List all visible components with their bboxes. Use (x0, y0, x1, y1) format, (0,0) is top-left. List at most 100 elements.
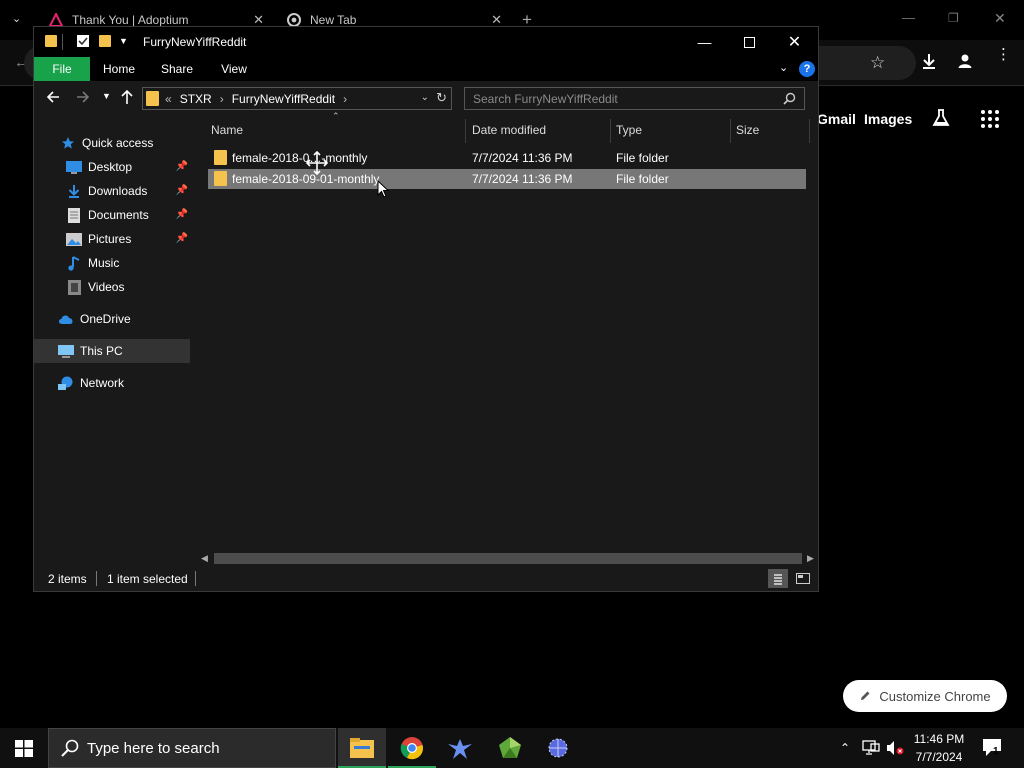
column-divider[interactable] (610, 119, 611, 143)
taskbar-file-explorer[interactable] (338, 728, 386, 768)
chrome-menu-icon[interactable]: ⋮ (996, 47, 1011, 62)
scroll-left-arrow-icon[interactable]: ◀ (201, 553, 208, 564)
expand-ribbon-chevron-icon[interactable]: ⌄ (779, 61, 788, 74)
nav-label: Desktop (88, 160, 133, 174)
properties-icon[interactable] (76, 34, 90, 48)
customize-chrome-label: Customize Chrome (879, 688, 991, 704)
nav-label: Network (80, 376, 125, 390)
taskbar-chrome[interactable] (388, 728, 436, 768)
profile-icon[interactable] (957, 53, 973, 69)
taskbar-search-box[interactable]: Type here to search (48, 728, 336, 768)
table-row[interactable]: female-2018-0…-monthly 7/7/2024 11:36 PM… (208, 148, 806, 168)
nav-quick-access[interactable]: Quick access (34, 131, 190, 155)
ribbon-tab-file[interactable]: File (34, 57, 90, 81)
bookmark-star-icon[interactable]: ☆ (870, 53, 885, 73)
images-link[interactable]: Images (864, 111, 912, 127)
folder-icon (146, 91, 159, 106)
search-input[interactable]: Search FurryNewYiffReddit (473, 92, 618, 106)
nav-onedrive[interactable]: OneDrive (34, 307, 190, 331)
file-name: female-2018-0…-monthly (232, 151, 368, 165)
column-divider[interactable] (730, 119, 731, 143)
details-view-button[interactable] (768, 569, 788, 588)
taskbar-app-gem[interactable] (486, 728, 534, 768)
close-button[interactable]: ✕ (772, 27, 817, 57)
volume-muted-icon[interactable] (886, 740, 904, 756)
horizontal-scrollbar[interactable]: ◀ ▶ (198, 550, 818, 567)
search-box[interactable]: Search FurryNewYiffReddit (464, 87, 805, 110)
help-icon[interactable]: ? (799, 61, 815, 77)
ribbon-tab-view[interactable]: View (209, 57, 259, 81)
show-hidden-icons-chevron-icon[interactable]: ⌃ (840, 741, 850, 755)
breadcrumb-separator-icon[interactable]: › (343, 92, 347, 106)
network-icon (58, 375, 74, 391)
up-arrow-icon[interactable] (120, 89, 134, 105)
breadcrumb-separator-icon[interactable]: › (220, 92, 224, 106)
table-row-selected[interactable]: female-2018-09-01-monthly 7/7/2024 11:36… (208, 169, 806, 189)
ribbon-tab-share[interactable]: Share (152, 57, 202, 81)
address-dropdown-chevron-icon[interactable]: ⌄ (421, 92, 429, 103)
column-header-type[interactable]: Type (616, 119, 642, 141)
taskbar-app-sphere[interactable] (534, 728, 582, 768)
breadcrumb-overflow[interactable]: « (165, 92, 172, 106)
forward-arrow-icon[interactable] (76, 90, 90, 104)
pane-splitter[interactable] (192, 117, 204, 567)
maximize-button[interactable] (727, 27, 772, 57)
nav-network[interactable]: Network (34, 371, 190, 395)
nav-this-pc[interactable]: This PC (34, 339, 190, 363)
search-icon (61, 739, 79, 757)
column-header-name[interactable]: Name (211, 119, 243, 141)
bird-app-icon (448, 739, 472, 759)
tab-search-chevron-icon[interactable]: ⌄ (12, 12, 21, 25)
column-divider[interactable] (809, 119, 810, 143)
customize-qat-chevron-icon[interactable]: ▼ (119, 36, 128, 46)
column-header-size[interactable]: Size (736, 119, 759, 141)
customize-chrome-button[interactable]: Customize Chrome (843, 680, 1007, 712)
ribbon-tab-home[interactable]: Home (94, 57, 144, 81)
action-center-icon[interactable]: 1 (982, 738, 1004, 758)
folder-icon (44, 34, 58, 48)
nav-label: OneDrive (80, 312, 131, 326)
pin-icon: 📌 (175, 185, 188, 196)
refresh-icon[interactable]: ↻ (436, 90, 447, 106)
labs-flask-icon[interactable] (931, 108, 951, 128)
pin-icon: 📌 (175, 209, 188, 220)
nav-videos[interactable]: Videos (34, 275, 190, 299)
nav-downloads[interactable]: Downloads 📌 (34, 179, 190, 203)
nav-music[interactable]: Music (34, 251, 190, 275)
minimize-button[interactable]: — (682, 27, 727, 57)
restore-icon[interactable]: ❐ (948, 11, 959, 25)
nav-pictures[interactable]: Pictures 📌 (34, 227, 190, 251)
pencil-icon (859, 690, 871, 702)
star-icon (60, 135, 76, 151)
google-apps-icon[interactable] (980, 109, 1000, 129)
back-arrow-icon[interactable] (46, 90, 60, 104)
selected-count: 1 item selected (107, 572, 188, 586)
close-window-icon[interactable]: ✕ (994, 10, 1006, 27)
breadcrumb-stxr[interactable]: STXR (180, 92, 212, 106)
titlebar-divider (62, 34, 63, 50)
download-icon[interactable] (920, 52, 938, 70)
nav-desktop[interactable]: Desktop 📌 (34, 155, 190, 179)
scroll-right-arrow-icon[interactable]: ▶ (807, 553, 814, 564)
gmail-link[interactable]: Gmail (817, 111, 856, 127)
address-bar[interactable]: « STXR › FurryNewYiffReddit › ⌄ ↻ (142, 87, 452, 110)
column-header-date-modified[interactable]: Date modified (472, 119, 546, 141)
explorer-title-bar: ▼ FurryNewYiffReddit — ✕ (34, 27, 818, 57)
new-folder-icon[interactable] (98, 34, 112, 48)
large-icons-view-button[interactable] (793, 569, 813, 588)
minimize-icon[interactable]: — (902, 10, 915, 25)
system-clock[interactable]: 11:46 PM 7/7/2024 (906, 730, 972, 766)
column-divider[interactable] (465, 119, 466, 143)
taskbar-search-input[interactable]: Type here to search (87, 740, 220, 757)
recent-locations-chevron-icon[interactable]: ▼ (102, 91, 111, 101)
taskbar-app-bird[interactable] (436, 728, 484, 768)
windows-start-icon[interactable] (15, 740, 33, 757)
scrollbar-thumb[interactable] (214, 553, 802, 564)
nav-documents[interactable]: Documents 📌 (34, 203, 190, 227)
tab-title: New Tab (310, 13, 357, 27)
computer-icon (58, 343, 74, 359)
status-divider (195, 571, 196, 586)
network-status-icon[interactable] (862, 740, 880, 756)
folder-icon (214, 171, 227, 186)
breadcrumb-current-folder[interactable]: FurryNewYiffReddit (232, 92, 335, 106)
